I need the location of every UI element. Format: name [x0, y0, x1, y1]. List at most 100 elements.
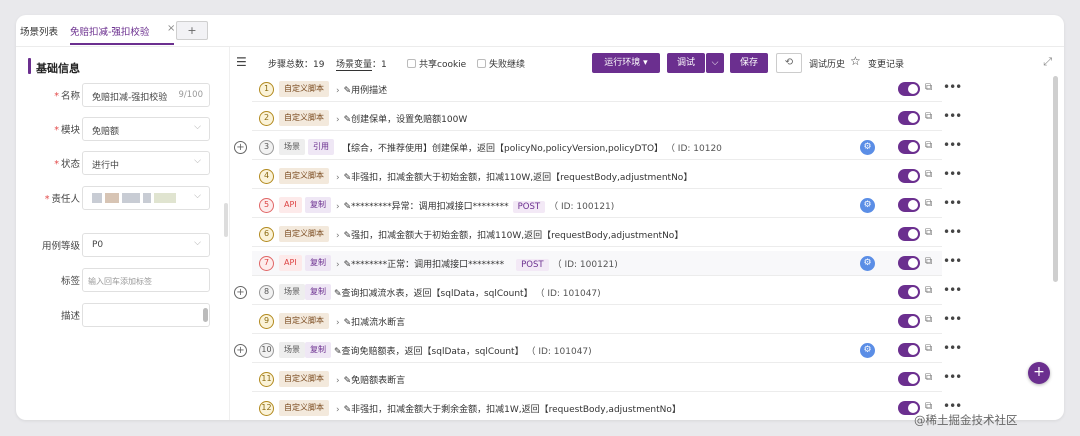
sync-icon[interactable]: ⚙ [860, 140, 875, 155]
step-id: （ ID: 100121) [552, 260, 618, 270]
debug-dropdown-button[interactable]: ⌵ [706, 53, 724, 73]
add-tab-button[interactable]: + [176, 21, 208, 40]
panel-resize-handle[interactable] [224, 203, 228, 237]
step-card[interactable]: 1 自定义脚本 › ✎用例描述 ⧉ ••• [252, 77, 962, 102]
step-card[interactable]: 12 自定义脚本 › ✎非强扣，扣减金额大于剩余金额，扣减1W,返回【reques… [252, 396, 962, 420]
save-button[interactable]: 保存 [730, 53, 768, 73]
step-type-tag: API [279, 255, 302, 271]
more-icon[interactable]: ••• [943, 283, 962, 297]
changelog-link[interactable]: 变更记录 [868, 57, 904, 70]
more-icon[interactable]: ••• [943, 312, 962, 326]
step-row: + 8 场景 复制 ✎查询扣减流水表，返回【sqlData，sqlCount】 … [230, 280, 1064, 305]
step-card[interactable]: 8 场景 复制 ✎查询扣减流水表，返回【sqlData，sqlCount】 （ … [252, 280, 962, 305]
enable-toggle[interactable] [898, 111, 920, 125]
more-icon[interactable]: ••• [943, 138, 962, 152]
expand-icon[interactable]: ⤢ [1043, 55, 1052, 69]
scene-vars-link[interactable]: 场景变量 [336, 60, 373, 71]
expand-arrow-icon[interactable]: › [336, 260, 340, 270]
step-card[interactable]: 7 API 复制 › ✎********正常：调用扣减接口******** POST… [252, 251, 962, 276]
close-icon[interactable]: × [167, 23, 175, 34]
enable-toggle[interactable] [898, 285, 920, 299]
expand-plus-icon[interactable]: + [234, 141, 247, 154]
step-card[interactable]: 5 API 复制 › ✎*********异常：调用扣减接口******** POS… [252, 193, 962, 218]
textarea-scrollbar[interactable] [203, 308, 208, 322]
more-icon[interactable]: ••• [943, 80, 962, 94]
enable-toggle[interactable] [898, 140, 920, 154]
steps-scrollbar[interactable] [1053, 76, 1058, 282]
tab-active-scene[interactable]: 免赔扣减-强扣校验 [70, 24, 149, 38]
step-card[interactable]: 10 场景 复制 ✎查询免赔额表，返回【sqlData，sqlCount】 （ … [252, 338, 962, 363]
step-card[interactable]: 2 自定义脚本 › ✎创建保单，设置免赔额100W ⧉ ••• [252, 106, 962, 131]
expand-arrow-icon[interactable]: › [336, 86, 340, 96]
enable-toggle[interactable] [898, 372, 920, 386]
continue-on-fail-checkbox[interactable]: 失败继续 [477, 57, 525, 70]
menu-icon[interactable]: ☰ [236, 55, 247, 69]
copy-icon[interactable]: ⧉ [925, 111, 932, 122]
expand-arrow-icon[interactable]: › [336, 376, 340, 386]
enable-toggle[interactable] [898, 169, 920, 183]
run-env-button[interactable]: 运行环境 ▾ [592, 53, 660, 73]
expand-arrow-icon[interactable]: › [336, 405, 340, 415]
enable-toggle[interactable] [898, 82, 920, 96]
copy-icon[interactable]: ⧉ [925, 401, 932, 412]
enable-toggle[interactable] [898, 314, 920, 328]
sync-icon[interactable]: ⚙ [860, 343, 875, 358]
copy-icon[interactable]: ⧉ [925, 285, 932, 296]
debug-history-link[interactable]: 调试历史 [809, 57, 845, 70]
sync-icon[interactable]: ⚙ [860, 256, 875, 271]
copy-icon[interactable]: ⧉ [925, 372, 932, 383]
copy-icon[interactable]: ⧉ [925, 140, 932, 151]
share-cookie-checkbox[interactable]: 共享cookie [407, 57, 466, 70]
enable-toggle[interactable] [898, 256, 920, 270]
module-select[interactable]: 免赔额 ⌵ [82, 117, 210, 141]
star-icon[interactable]: ☆ [850, 54, 861, 68]
description-textarea[interactable] [82, 303, 210, 327]
copy-icon[interactable]: ⧉ [925, 169, 932, 180]
more-icon[interactable]: ••• [943, 109, 962, 123]
expand-arrow-icon[interactable]: › [336, 202, 340, 212]
copy-icon[interactable]: ⧉ [925, 314, 932, 325]
copy-icon[interactable]: ⧉ [925, 198, 932, 209]
enable-toggle[interactable] [898, 343, 920, 357]
level-select[interactable]: P0 ⌵ [82, 233, 210, 257]
owner-select[interactable]: ⌵ [82, 186, 210, 210]
status-select[interactable]: 进行中 ⌵ [82, 151, 210, 175]
step-card[interactable]: 4 自定义脚本 › ✎非强扣，扣减金额大于初始金额，扣减110W,返回【reque… [252, 164, 962, 189]
more-icon[interactable]: ••• [943, 370, 962, 384]
step-card[interactable]: 3 场景 引用 【综合，不推荐使用】创建保单，返回【policyNo,polic… [252, 135, 962, 160]
step-card[interactable]: 11 自定义脚本 › ✎免赔额表断言 ⧉ ••• [252, 367, 962, 392]
step-card[interactable]: 6 自定义脚本 › ✎强扣，扣减金额大于初始金额，扣减110W,返回【reques… [252, 222, 962, 247]
expand-arrow-icon[interactable]: › [336, 318, 340, 328]
copy-icon[interactable]: ⧉ [925, 227, 932, 238]
expand-plus-icon[interactable]: + [234, 344, 247, 357]
expand-arrow-icon[interactable]: › [336, 173, 340, 183]
more-icon[interactable]: ••• [943, 399, 962, 413]
refresh-button[interactable]: ⟲ [776, 53, 802, 73]
more-icon[interactable]: ••• [943, 341, 962, 355]
copy-icon[interactable]: ⧉ [925, 256, 932, 267]
sync-icon[interactable]: ⚙ [860, 198, 875, 213]
step-desc: 查询免赔额表，返回【sqlData，sqlCount】 [341, 347, 524, 357]
edit-icon[interactable]: ✎ [334, 289, 342, 299]
more-icon[interactable]: ••• [943, 254, 962, 268]
enable-toggle[interactable] [898, 227, 920, 241]
http-method-badge: POST [512, 201, 546, 213]
add-step-button[interactable]: + [1028, 362, 1050, 384]
tab-scene-list[interactable]: 场景列表 [20, 24, 58, 38]
debug-button[interactable]: 调试 [667, 53, 705, 73]
step-card[interactable]: 9 自定义脚本 › ✎扣减流水断言 ⧉ ••• [252, 309, 962, 334]
copy-icon[interactable]: ⧉ [925, 82, 932, 93]
tags-input[interactable]: 输入回车添加标签 [82, 268, 210, 292]
edit-icon[interactable]: ✎ [334, 347, 342, 357]
field-label: 模块 [60, 125, 80, 136]
more-icon[interactable]: ••• [943, 196, 962, 210]
expand-arrow-icon[interactable]: › [336, 115, 340, 125]
more-icon[interactable]: ••• [943, 225, 962, 239]
step-number: 6 [259, 227, 274, 242]
expand-arrow-icon[interactable]: › [336, 231, 340, 241]
copy-icon[interactable]: ⧉ [925, 343, 932, 354]
enable-toggle[interactable] [898, 198, 920, 212]
name-input[interactable]: 免赔扣减-强扣校验 9/100 [82, 83, 210, 107]
more-icon[interactable]: ••• [943, 167, 962, 181]
expand-plus-icon[interactable]: + [234, 286, 247, 299]
